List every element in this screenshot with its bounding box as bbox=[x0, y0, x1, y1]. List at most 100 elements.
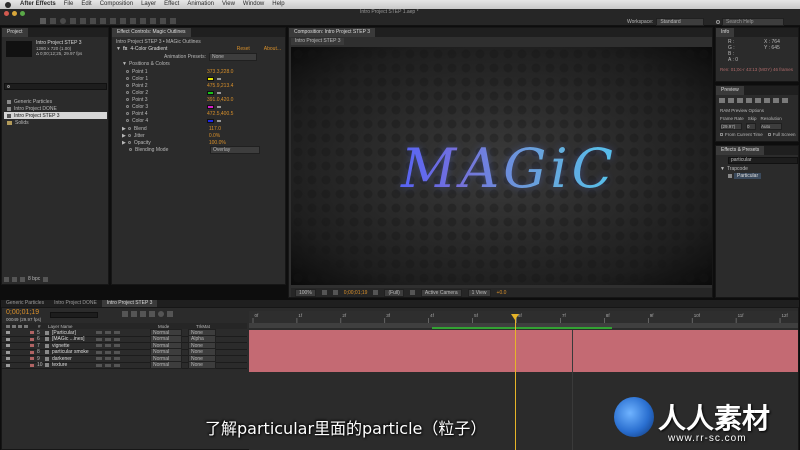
tab-preview[interactable]: Preview bbox=[716, 86, 744, 95]
expand-triangle-icon[interactable] bbox=[24, 357, 28, 360]
prop-value[interactable]: 117.0 bbox=[209, 126, 221, 132]
timecode-display[interactable]: 0;00;01;19 bbox=[6, 309, 39, 316]
from-current-checkbox[interactable] bbox=[720, 133, 723, 136]
rotate-tool-icon[interactable] bbox=[70, 18, 76, 24]
eye-icon[interactable] bbox=[6, 337, 10, 341]
region-of-interest-icon[interactable] bbox=[409, 290, 415, 295]
stopwatch-icon[interactable] bbox=[126, 77, 129, 80]
about-link[interactable]: About... bbox=[264, 46, 281, 52]
expand-triangle-icon[interactable]: ▶ bbox=[122, 126, 126, 132]
view-layout-dropdown[interactable]: 1 View bbox=[467, 288, 491, 297]
color-swatch[interactable] bbox=[207, 76, 214, 81]
motion-blur-icon[interactable] bbox=[158, 311, 164, 317]
layer-switches[interactable] bbox=[96, 357, 146, 361]
expand-triangle-icon[interactable] bbox=[24, 331, 28, 334]
layer-trkmat-dropdown[interactable]: None bbox=[188, 361, 216, 370]
prop-value[interactable]: 475.9,213.4 bbox=[207, 83, 233, 89]
eyedropper-icon[interactable] bbox=[217, 105, 221, 108]
reset-link[interactable]: Reset bbox=[237, 46, 250, 52]
skip-field[interactable]: 0 bbox=[746, 123, 756, 130]
color-swatch[interactable] bbox=[207, 104, 214, 109]
solo-toggle[interactable] bbox=[18, 364, 22, 367]
list-item[interactable]: Generic Particles bbox=[4, 98, 107, 105]
stopwatch-icon[interactable] bbox=[126, 119, 129, 122]
solo-toggle[interactable] bbox=[18, 344, 22, 347]
audio-toggle[interactable] bbox=[12, 351, 16, 354]
last-frame-icon[interactable] bbox=[755, 98, 761, 103]
tab-effect-controls[interactable]: Effect Controls: Magic Outlines bbox=[112, 28, 191, 37]
expand-triangle-icon[interactable] bbox=[24, 364, 28, 367]
solo-toggle[interactable] bbox=[18, 331, 22, 334]
close-window-icon[interactable] bbox=[4, 11, 9, 16]
list-item[interactable]: Solids bbox=[4, 119, 107, 126]
eye-icon[interactable] bbox=[6, 363, 10, 367]
menu-layer[interactable]: Layer bbox=[137, 0, 160, 9]
stopwatch-icon[interactable] bbox=[127, 141, 131, 144]
tab-timeline-step3[interactable]: Intro Project STEP 3 bbox=[101, 300, 158, 307]
time-ruler[interactable]: 0f 1f 2f 3f 4f 5f 6f 7f 8f 9f 10f 11f 12f bbox=[249, 311, 798, 323]
layer-name[interactable]: darkener bbox=[52, 356, 96, 362]
pen-tool-icon[interactable] bbox=[110, 18, 116, 24]
first-frame-icon[interactable] bbox=[719, 98, 725, 103]
eye-icon[interactable] bbox=[6, 344, 10, 348]
blending-mode-dropdown[interactable]: Overlay bbox=[210, 145, 260, 154]
next-frame-icon[interactable] bbox=[746, 98, 752, 103]
clone-tool-icon[interactable] bbox=[140, 18, 146, 24]
layer-search-input[interactable] bbox=[50, 312, 98, 318]
project-search-input[interactable] bbox=[4, 83, 107, 90]
layer-mode-dropdown[interactable]: Normal bbox=[150, 361, 182, 370]
previous-frame-icon[interactable] bbox=[728, 98, 734, 103]
minimize-window-icon[interactable] bbox=[12, 11, 17, 16]
stopwatch-icon[interactable] bbox=[129, 148, 132, 151]
audio-toggle[interactable] bbox=[12, 338, 16, 341]
comp-subtab-label[interactable]: Intro Project STEP 3 bbox=[295, 38, 340, 44]
ram-preview-icon[interactable] bbox=[782, 98, 788, 103]
eyedropper-icon[interactable] bbox=[217, 119, 221, 122]
new-comp-icon[interactable] bbox=[20, 276, 25, 282]
effects-category[interactable]: ▼ Trapcode bbox=[720, 166, 748, 172]
eyedropper-icon[interactable] bbox=[217, 91, 221, 94]
stopwatch-icon[interactable] bbox=[126, 105, 129, 108]
play-icon[interactable] bbox=[737, 98, 743, 103]
expand-triangle-icon[interactable] bbox=[24, 344, 28, 347]
exposure-value[interactable]: +0.0 bbox=[497, 290, 507, 296]
prop-value[interactable]: 391.0,420.0 bbox=[207, 97, 233, 103]
stopwatch-icon[interactable] bbox=[126, 84, 129, 87]
selection-tool-icon[interactable] bbox=[40, 18, 46, 24]
eye-icon[interactable] bbox=[6, 357, 10, 361]
layer-switches[interactable] bbox=[96, 344, 146, 348]
loop-icon[interactable] bbox=[773, 98, 779, 103]
expand-triangle-icon[interactable]: ▶ bbox=[122, 140, 126, 146]
resolution-dropdown[interactable]: (Full) bbox=[384, 288, 404, 297]
color-swatch[interactable] bbox=[207, 118, 214, 123]
fx-icon[interactable]: fx bbox=[123, 46, 127, 52]
positions-colors-group[interactable]: ▼ Positions & Colors bbox=[122, 61, 170, 67]
tab-effects-presets[interactable]: Effects & Presets bbox=[716, 146, 765, 155]
expand-triangle-icon[interactable] bbox=[24, 351, 28, 354]
audio-toggle[interactable] bbox=[12, 331, 16, 334]
puppet-tool-icon[interactable] bbox=[170, 18, 176, 24]
layer-switches[interactable] bbox=[96, 350, 146, 354]
prop-value[interactable]: 373.3,228.0 bbox=[207, 69, 233, 75]
stopwatch-icon[interactable] bbox=[127, 134, 131, 137]
eye-icon[interactable] bbox=[6, 350, 10, 354]
stopwatch-icon[interactable] bbox=[127, 127, 131, 130]
current-time-display[interactable]: 0;00;01;19 bbox=[344, 290, 368, 296]
stopwatch-icon[interactable] bbox=[126, 112, 129, 115]
menu-help[interactable]: Help bbox=[268, 0, 288, 9]
stopwatch-icon[interactable] bbox=[126, 98, 129, 101]
type-tool-icon[interactable] bbox=[120, 18, 126, 24]
grid-icon[interactable] bbox=[321, 290, 327, 295]
tab-timeline-generic[interactable]: Generic Particles bbox=[1, 300, 49, 307]
audio-toggle[interactable] bbox=[12, 357, 16, 360]
shy-icon[interactable] bbox=[140, 311, 146, 317]
menu-window[interactable]: Window bbox=[239, 0, 268, 9]
effects-search-input[interactable]: particular bbox=[728, 157, 798, 164]
workspace-dropdown[interactable]: Standard bbox=[656, 18, 705, 26]
layer-switches[interactable] bbox=[96, 363, 146, 367]
expand-triangle-icon[interactable]: ▼ bbox=[116, 46, 121, 52]
tab-project[interactable]: Project bbox=[2, 28, 28, 37]
zoom-tool-icon[interactable] bbox=[60, 18, 66, 24]
camera-icon[interactable] bbox=[373, 290, 379, 295]
animation-presets-dropdown[interactable]: None bbox=[208, 53, 257, 61]
